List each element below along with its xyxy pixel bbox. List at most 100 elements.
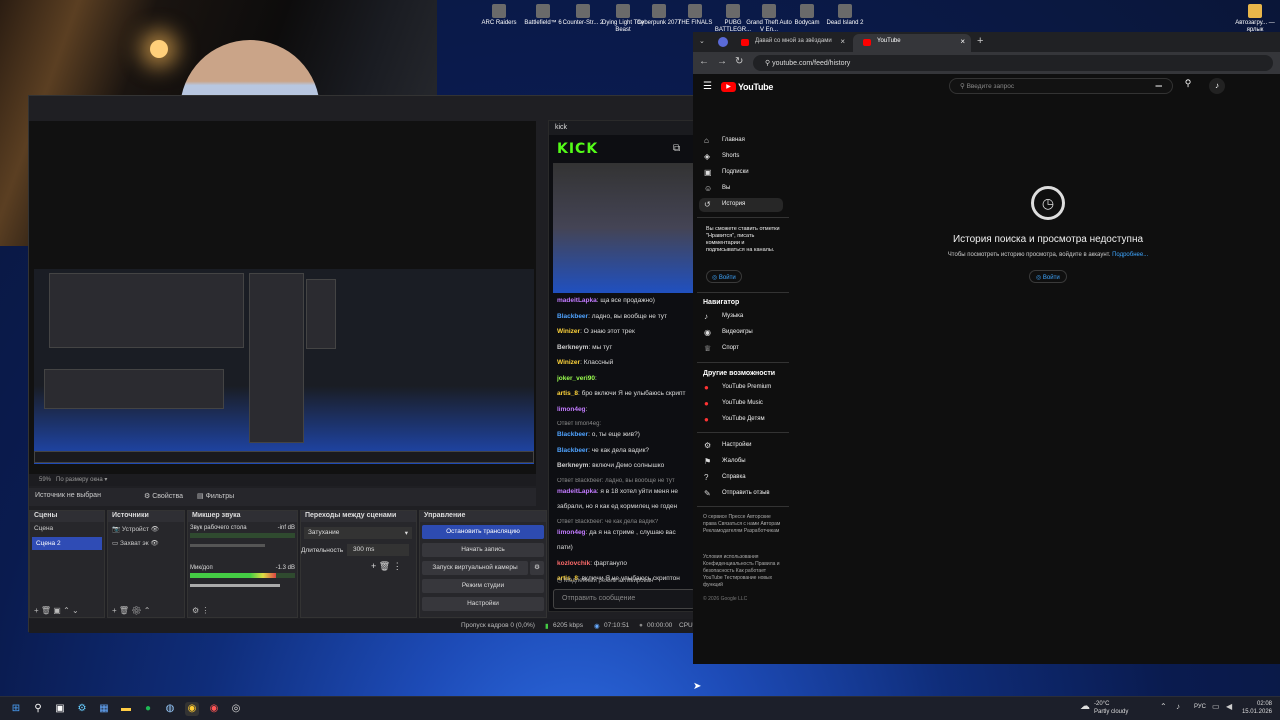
youtube-logo-icon[interactable]: ▶ xyxy=(721,82,736,92)
chat-username[interactable]: kozlovchik xyxy=(557,560,590,567)
reload-icon[interactable]: ↻ xyxy=(735,56,743,67)
chat-input[interactable]: Отправить сообщение xyxy=(553,589,695,609)
settings-button[interactable]: Настройки xyxy=(422,597,544,611)
url-field[interactable]: ⚲ youtube.com/feed/history xyxy=(753,55,1273,71)
search-input[interactable]: ⚲ Введите запрос ▬ xyxy=(949,78,1173,94)
steam-icon[interactable]: ◍ xyxy=(163,702,177,716)
search-button[interactable]: ⚲ xyxy=(1179,78,1197,94)
stop-stream-button[interactable]: Остановить трансляцию xyxy=(422,525,544,539)
youtube-wordmark[interactable]: YouTube xyxy=(738,82,773,92)
nav-subscriptions[interactable]: ▣ Подписки xyxy=(699,166,783,180)
widgets-icon[interactable]: ▦ xyxy=(97,702,111,716)
start-recording-button[interactable]: Начать запись xyxy=(422,543,544,557)
filters-button[interactable]: ▤ Фильтры xyxy=(197,492,234,500)
chat-username[interactable]: Winizer xyxy=(557,359,580,366)
up-icon[interactable]: ⌃ xyxy=(144,606,151,615)
duration-input[interactable]: 300 ms xyxy=(347,544,409,556)
up-icon[interactable]: ⌃ xyxy=(63,606,70,615)
chat-username[interactable]: limon4eg xyxy=(557,529,586,536)
tab-music[interactable]: Давай со мной за звёздами × xyxy=(731,34,851,52)
chrome-window[interactable]: ⌄ Давай со мной за звёздами × YouTube × + … xyxy=(693,32,1280,664)
windows-start-icon[interactable]: ⊞ xyxy=(9,702,23,716)
network-icon[interactable]: ▭ xyxy=(1212,702,1220,711)
settings-icon[interactable]: ⚙ xyxy=(75,702,89,716)
keyboard-icon[interactable]: ▬ xyxy=(1156,82,1163,89)
nav-shorts[interactable]: ◈ Shorts xyxy=(699,150,783,164)
nav-sport[interactable]: ♕ Спорт xyxy=(699,342,783,356)
chat-username[interactable]: Blackbeer xyxy=(557,447,588,454)
history-signin-button[interactable]: ◎ Войти xyxy=(1029,270,1067,283)
scene-item-selected[interactable]: Сцена 2 xyxy=(32,537,102,550)
chat-username[interactable]: Berkneym xyxy=(557,344,588,351)
desktop-shortcut[interactable]: Dead Island 2 xyxy=(822,4,868,27)
trash-icon[interactable]: 🗑 xyxy=(119,606,129,615)
chat-username[interactable]: joker_veri90 xyxy=(557,375,595,382)
chat-username[interactable]: Berkneym xyxy=(557,462,588,469)
add-icon[interactable]: + xyxy=(34,606,39,615)
menu-icon[interactable]: ☰ xyxy=(703,81,712,92)
gear-icon[interactable]: ⚙ xyxy=(530,561,544,575)
close-icon[interactable]: × xyxy=(960,37,965,46)
back-icon[interactable]: ← xyxy=(699,56,709,67)
chat-username[interactable]: Blackbeer xyxy=(557,313,588,320)
profile-icon[interactable] xyxy=(718,37,728,47)
down-icon[interactable]: ⌄ xyxy=(72,606,79,615)
spotify-icon[interactable]: ● xyxy=(141,702,155,716)
popout-icon[interactable]: ⧉ xyxy=(673,143,680,154)
nav-report[interactable]: ⚑ Жалобы xyxy=(699,455,783,469)
tab-search-icon[interactable]: ⌄ xyxy=(699,37,705,45)
trash-icon[interactable]: 🗑 xyxy=(379,561,390,571)
more-icon[interactable]: ⋮ xyxy=(201,606,209,615)
desktop-shortcut[interactable]: ARC Raiders xyxy=(476,4,522,27)
tray-chevron-icon[interactable]: ⌃ xyxy=(1160,702,1167,711)
trash-icon[interactable]: 🗑 xyxy=(41,606,51,615)
eye-icon[interactable]: 👁 xyxy=(150,540,158,547)
nav-music[interactable]: ♪ Музыка xyxy=(699,310,783,324)
learn-more-link[interactable]: Подробнее... xyxy=(1112,252,1148,258)
desktop-shortcut[interactable]: Автозагру... — ярлык xyxy=(1232,4,1278,34)
forward-icon[interactable]: → xyxy=(717,56,727,67)
eye-icon[interactable]: 👁 xyxy=(151,526,159,533)
volume-icon[interactable]: ◀ xyxy=(1226,702,1232,711)
search-icon[interactable]: ⚲ xyxy=(31,702,45,716)
chat-username[interactable]: limon4eg xyxy=(557,406,586,413)
nav-feedback[interactable]: ✎ Отправить отзыв xyxy=(699,487,783,501)
zoom-bar[interactable]: 59% По размеру окна ▾ xyxy=(29,474,536,486)
gear-icon[interactable]: ⚙ xyxy=(131,606,141,615)
nav-home[interactable]: ⌂ Главная xyxy=(699,134,783,148)
kick-chat-window[interactable]: kick KICK ⧉ madeitLapka: ща все продажно… xyxy=(548,120,695,612)
new-tab-icon[interactable]: + xyxy=(977,35,983,47)
zoom-value[interactable]: 59% xyxy=(39,477,51,483)
file-explorer-icon[interactable]: ▬ xyxy=(119,702,133,716)
signin-button[interactable]: ◎ Войти xyxy=(706,270,742,283)
chrome-icon[interactable]: ◉ xyxy=(185,702,199,716)
volume-slider[interactable] xyxy=(190,584,280,587)
zoom-mode[interactable]: По размеру окна xyxy=(56,477,103,483)
nav-games[interactable]: ◉ Видеоигры xyxy=(699,326,783,340)
mic-icon[interactable]: ♪ xyxy=(1209,78,1225,94)
site-info-icon[interactable]: ⚲ xyxy=(765,60,770,67)
nav-help[interactable]: ? Справка xyxy=(699,471,783,485)
chat-username[interactable]: artis_8 xyxy=(557,390,578,397)
scene-item[interactable]: Сцена xyxy=(30,522,104,535)
weather-icon[interactable]: ☁ xyxy=(1080,701,1090,712)
volume-slider[interactable] xyxy=(190,544,265,547)
chat-username[interactable]: madeitLapka xyxy=(557,297,597,304)
properties-button[interactable]: ⚙ Свойства xyxy=(144,492,183,500)
source-item[interactable]: 📷 Устройст 👁 xyxy=(108,522,184,536)
obs-preview[interactable] xyxy=(29,121,536,476)
language-indicator[interactable]: РУС xyxy=(1194,704,1206,710)
footer-policies[interactable]: Условия использования Конфиденциальность… xyxy=(703,554,783,589)
add-icon[interactable]: + xyxy=(371,561,376,571)
more-icon[interactable]: ⋮ xyxy=(393,561,402,571)
mic-icon[interactable]: ♪ xyxy=(1176,702,1180,711)
footer-links[interactable]: О сервисе Прессе Авторские права Связать… xyxy=(703,514,783,535)
chat-username[interactable]: madeitLapka xyxy=(557,488,597,495)
nav-settings[interactable]: ⚙ Настройки xyxy=(699,439,783,453)
studio-mode-button[interactable]: Режим студии xyxy=(422,579,544,593)
nav-history[interactable]: ↺ История xyxy=(699,198,783,212)
add-icon[interactable]: + xyxy=(112,606,117,615)
obs-icon[interactable]: ◎ xyxy=(229,702,243,716)
chat-username[interactable]: Winizer xyxy=(557,328,580,335)
close-icon[interactable]: × xyxy=(840,37,845,46)
